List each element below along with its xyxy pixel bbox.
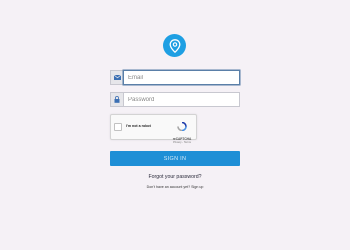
recaptcha-logo-icon [177, 121, 187, 132]
recaptcha-brand: reCAPTCHA Privacy - Terms [171, 118, 193, 144]
map-pin-icon [163, 34, 186, 57]
recaptcha-privacy-terms[interactable]: Privacy - Terms [171, 141, 193, 144]
login-page: I'm not a robot reCAPTCHA Privacy - Term… [0, 0, 350, 250]
signup-prompt-text: Don't have an account yet? [146, 185, 191, 189]
password-input[interactable] [123, 92, 240, 107]
email-input[interactable] [123, 70, 240, 85]
recaptcha-checkbox[interactable] [114, 123, 122, 131]
sign-in-button[interactable]: SIGN IN [110, 151, 240, 166]
lock-icon [110, 92, 123, 107]
signup-prompt: Don't have an account yet? Sign up [110, 185, 240, 189]
password-field-group [110, 92, 240, 107]
forgot-password-link[interactable]: Forgot your password? [110, 174, 240, 180]
envelope-icon [110, 70, 123, 85]
recaptcha-label: I'm not a robot [126, 124, 151, 128]
email-field-group [110, 70, 240, 85]
sign-up-link[interactable]: Sign up [191, 185, 203, 189]
recaptcha-widget: I'm not a robot reCAPTCHA Privacy - Term… [110, 114, 197, 144]
